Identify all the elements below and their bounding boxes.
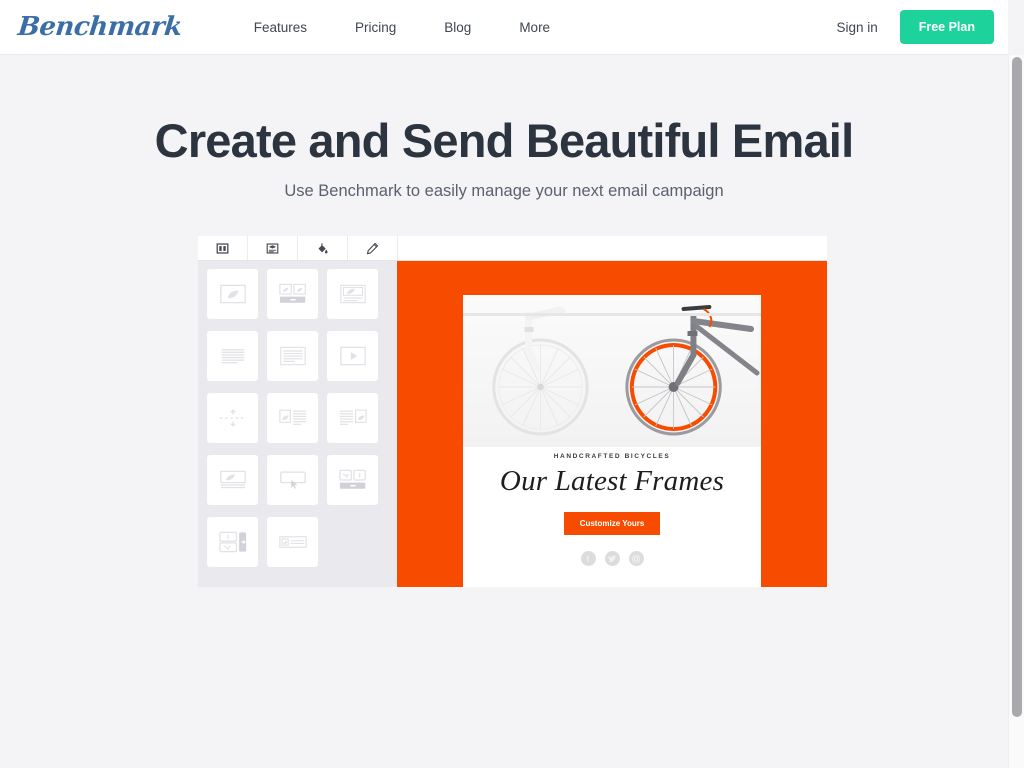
palette-block-image[interactable] (207, 269, 258, 319)
email-card: HANDCRAFTED BICYCLES Our Latest Frames C… (463, 295, 761, 587)
image-block-icon (219, 284, 246, 304)
video-block-icon (339, 346, 366, 366)
paint-bucket-icon (318, 242, 328, 253)
nav-link-blog[interactable]: Blog (420, 20, 495, 35)
template-content-icon (266, 242, 279, 254)
palette-block-image-caption[interactable] (327, 269, 378, 319)
social-stack-block-icon (218, 531, 246, 553)
editor-body: HANDCRAFTED BICYCLES Our Latest Frames C… (198, 261, 827, 587)
palette-block-image-left-text-right[interactable] (267, 393, 318, 443)
toolbar-empty-space (398, 236, 827, 260)
image-caption-block-icon (339, 284, 366, 304)
image-text-stack-block-icon (219, 470, 246, 489)
page-subtitle: Use Benchmark to easily manage your next… (284, 182, 724, 200)
free-plan-button[interactable]: Free Plan (899, 10, 994, 44)
page-scrollbar[interactable] (1008, 55, 1024, 768)
bicycle-photo (463, 295, 761, 447)
text-lines-block-icon (221, 349, 244, 364)
email-headline: Our Latest Frames (499, 465, 725, 497)
toolbar-edit-button[interactable] (348, 236, 398, 260)
nav-link-pricing[interactable]: Pricing (331, 20, 420, 35)
palette-block-button-click[interactable] (267, 455, 318, 505)
nav-link-features[interactable]: Features (230, 20, 331, 35)
thumbnail-text-block-icon (278, 536, 307, 548)
text-box-block-icon (279, 346, 306, 366)
social-button-block-icon (338, 469, 366, 489)
scrollbar-thumb[interactable] (1012, 57, 1022, 717)
facebook-icon[interactable] (580, 551, 596, 566)
email-editor-mockup: HANDCRAFTED BICYCLES Our Latest Frames C… (198, 236, 827, 587)
twitter-icon[interactable] (604, 551, 620, 566)
hero-section: Create and Send Beautiful Email Use Benc… (0, 55, 1008, 768)
palette-block-two-image-button[interactable] (267, 269, 318, 319)
text-left-image-right-block-icon (339, 409, 367, 425)
top-navigation-bar: Benchmark Features Pricing Blog More Sig… (0, 0, 1008, 55)
palette-block-thumbnail-text[interactable] (267, 517, 318, 567)
sign-in-link[interactable]: Sign in (836, 20, 877, 35)
palette-block-video[interactable] (327, 331, 378, 381)
palette-block-image-text-stack[interactable] (207, 455, 258, 505)
palette-block-social-stack[interactable] (207, 517, 258, 567)
instagram-icon[interactable] (628, 551, 644, 566)
bicycles-illustration (492, 305, 760, 436)
palette-block-divider[interactable] (207, 393, 258, 443)
pencil-edit-icon (366, 242, 379, 254)
button-click-block-icon (279, 471, 306, 489)
photo-shelf-line (463, 313, 761, 316)
primary-nav-links: Features Pricing Blog More (230, 20, 574, 35)
content-block-palette (198, 261, 397, 587)
page-title: Create and Send Beautiful Email (154, 114, 854, 167)
divider-block-icon (219, 409, 243, 427)
email-eyebrow: HANDCRAFTED BICYCLES (553, 453, 671, 460)
palette-block-text-lines[interactable] (207, 331, 258, 381)
email-text-content: HANDCRAFTED BICYCLES Our Latest Frames C… (463, 447, 761, 566)
email-canvas[interactable]: HANDCRAFTED BICYCLES Our Latest Frames C… (397, 261, 827, 587)
customize-yours-button[interactable]: Customize Yours (563, 512, 661, 535)
columns-layout-icon (216, 242, 229, 254)
palette-block-text-left-image-right[interactable] (327, 393, 378, 443)
nav-actions: Sign in Free Plan (836, 10, 994, 44)
benchmark-logo[interactable]: Benchmark (16, 12, 183, 42)
toolbar-layout-button[interactable] (198, 236, 248, 260)
palette-block-social-button[interactable] (327, 455, 378, 505)
toolbar-styles-button[interactable] (298, 236, 348, 260)
palette-block-text-box[interactable] (267, 331, 318, 381)
two-image-button-block-icon (278, 283, 306, 303)
nav-link-more[interactable]: More (495, 20, 574, 35)
toolbar-content-button[interactable] (248, 236, 298, 260)
editor-toolbar (198, 236, 827, 261)
social-icons-row (463, 551, 761, 566)
image-left-text-right-block-icon (278, 409, 306, 425)
